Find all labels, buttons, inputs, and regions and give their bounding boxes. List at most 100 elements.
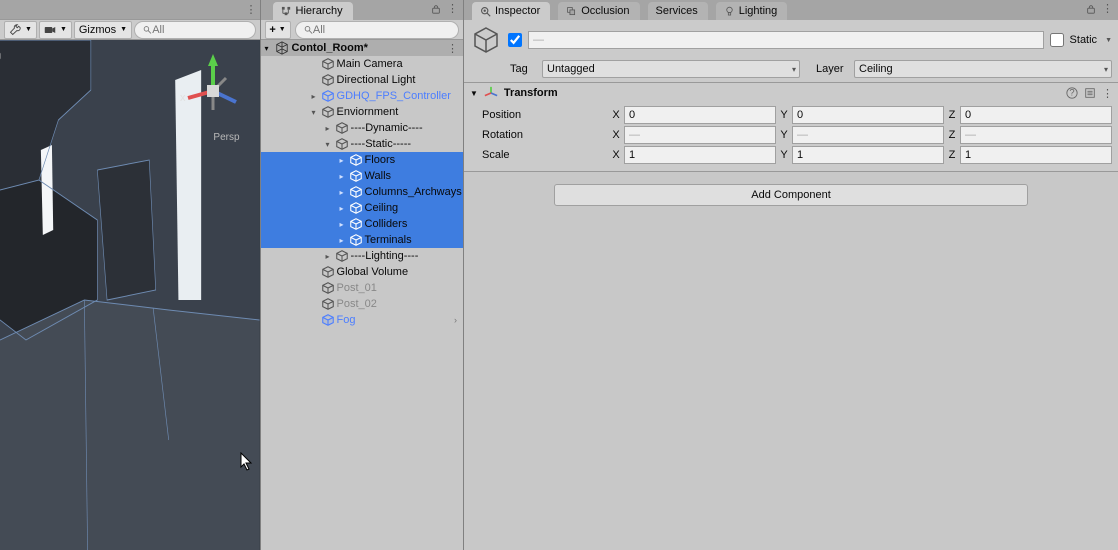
foldout-icon[interactable]: ▸ [337, 204, 347, 213]
lightbulb-icon [724, 6, 735, 17]
hierarchy-row[interactable]: ▸ ----Lighting---- [261, 248, 463, 264]
hierarchy-item-label: Post_01 [337, 282, 377, 294]
hierarchy-item-label: ----Lighting---- [351, 250, 419, 262]
foldout-icon[interactable]: ▸ [337, 156, 347, 165]
axis-label-z: Z [946, 149, 958, 161]
z-input[interactable] [960, 146, 1112, 164]
lock-icon[interactable] [431, 4, 441, 14]
hierarchy-item-label: Post_02 [337, 298, 377, 310]
static-dropdown-icon[interactable]: ▼ [1105, 37, 1112, 44]
hierarchy-row[interactable]: ▸Colliders [261, 216, 463, 232]
axis-label-y: Y [778, 129, 790, 141]
hierarchy-row[interactable]: ▸Ceiling [261, 200, 463, 216]
axis-label-x: X [610, 129, 622, 141]
tag-dropdown[interactable]: Untagged [542, 60, 800, 78]
scene-view-panel: ⋮ ▼ ▼ Gizmos ▼ [0, 0, 260, 550]
inspector-panel-menu-icon[interactable]: ⋮ [1102, 2, 1112, 15]
preset-icon[interactable] [1084, 87, 1096, 99]
axis-label-y: Y [778, 149, 790, 161]
hierarchy-row[interactable]: Main Camera [261, 56, 463, 72]
hierarchy-search-input[interactable] [313, 24, 450, 36]
scene-lock-icon[interactable] [0, 48, 250, 550]
create-button[interactable]: +▼ [265, 21, 291, 39]
transform-icon [484, 86, 498, 100]
tab-inspector[interactable]: Inspector [472, 2, 550, 20]
gameobject-name-input[interactable] [528, 31, 1044, 49]
hierarchy-row[interactable]: ▸GDHQ_FPS_Controller [261, 88, 463, 104]
projection-label[interactable]: Persp [213, 132, 239, 143]
hierarchy-tab[interactable]: Hierarchy [273, 2, 353, 20]
foldout-icon[interactable]: ▸ [309, 92, 319, 101]
gizmos-label: Gizmos [79, 24, 116, 36]
foldout-icon[interactable]: ▾ [323, 140, 333, 149]
component-menu-icon[interactable]: ⋮ [1102, 87, 1112, 100]
axis-label-z: Z [946, 129, 958, 141]
hierarchy-row[interactable]: Global Volume [261, 264, 463, 280]
hierarchy-row[interactable]: ▾----Static----- [261, 136, 463, 152]
tab-lighting[interactable]: Lighting [716, 2, 788, 20]
foldout-icon[interactable]: ▸ [337, 172, 347, 181]
camera-button[interactable]: ▼ [39, 21, 72, 39]
hierarchy-search[interactable] [295, 21, 459, 39]
hierarchy-tab-label: Hierarchy [296, 5, 343, 17]
hierarchy-row[interactable]: Fog› [261, 312, 463, 328]
hierarchy-item-label: ----Dynamic---- [351, 122, 423, 134]
tag-label: Tag [510, 63, 538, 75]
foldout-icon[interactable]: ▾ [309, 108, 319, 117]
layer-label: Layer [816, 63, 850, 75]
static-checkbox[interactable] [1050, 33, 1064, 47]
foldout-icon[interactable]: ▸ [323, 124, 333, 133]
x-input[interactable] [624, 146, 776, 164]
y-input[interactable] [792, 126, 944, 144]
scene-search-input[interactable] [152, 24, 246, 36]
camera-icon [44, 25, 56, 35]
foldout-icon[interactable]: ▸ [337, 220, 347, 229]
foldout-icon[interactable]: ▼ [470, 89, 478, 98]
hierarchy-row[interactable]: ▸ Columns_Archways [261, 184, 463, 200]
hierarchy-row[interactable]: ▾Enviornment [261, 104, 463, 120]
hierarchy-row[interactable]: Directional Light [261, 72, 463, 88]
scene-root-row[interactable]: ▾ Contol_Room* ⋮ [261, 40, 463, 56]
tab-occlusion[interactable]: Occlusion [558, 2, 639, 20]
inspector-icon [480, 6, 491, 17]
lock-icon[interactable] [1086, 4, 1096, 14]
active-checkbox[interactable] [508, 33, 522, 47]
foldout-icon[interactable]: ▸ [323, 252, 333, 261]
hierarchy-row[interactable]: ▸Terminals [261, 232, 463, 248]
hierarchy-item-label: Columns_Archways [365, 186, 462, 198]
tools-button[interactable]: ▼ [4, 21, 37, 39]
search-icon [143, 25, 152, 35]
property-label: Rotation [470, 129, 610, 141]
help-icon[interactable]: ? [1066, 87, 1078, 99]
hierarchy-panel-menu-icon[interactable]: ⋮ [447, 2, 457, 15]
gameobject-icon[interactable] [470, 24, 502, 56]
mouse-cursor-icon [240, 452, 260, 550]
add-component-button[interactable]: Add Component [554, 184, 1028, 206]
scene-panel-menu-icon[interactable]: ⋮ [246, 3, 256, 16]
transform-header[interactable]: ▼ Transform ? ⋮ [464, 83, 1118, 103]
hierarchy-row[interactable]: ▸ ----Dynamic---- [261, 120, 463, 136]
scene-viewport[interactable]: x Persp [0, 40, 260, 550]
hierarchy-row[interactable]: Post_02 [261, 296, 463, 312]
inspector-tabstrip: Inspector Occlusion Services Lighting ⋮ [464, 0, 1118, 20]
foldout-icon[interactable]: ▸ [337, 236, 347, 245]
foldout-icon[interactable]: ▸ [337, 188, 347, 197]
x-input[interactable] [624, 106, 776, 124]
hierarchy-row[interactable]: ▸Floors [261, 152, 463, 168]
x-input[interactable] [624, 126, 776, 144]
layer-dropdown[interactable]: Ceiling [854, 60, 1112, 78]
tab-services[interactable]: Services [648, 2, 708, 20]
hierarchy-item-label: Global Volume [337, 266, 409, 278]
y-input[interactable] [792, 106, 944, 124]
hierarchy-row[interactable]: ▸Walls [261, 168, 463, 184]
scene-row-menu-icon[interactable]: ⋮ [447, 42, 457, 55]
z-input[interactable] [960, 126, 1112, 144]
y-input[interactable] [792, 146, 944, 164]
chevron-right-icon[interactable]: › [454, 315, 457, 325]
scene-name: Contol_Room* [292, 42, 368, 54]
z-input[interactable] [960, 106, 1112, 124]
gizmos-button[interactable]: Gizmos ▼ [74, 21, 132, 39]
hierarchy-row[interactable]: Post_01 [261, 280, 463, 296]
scene-search[interactable] [134, 21, 255, 39]
hierarchy-tree[interactable]: ▾ Contol_Room* ⋮ Main CameraDirectional … [261, 40, 463, 550]
